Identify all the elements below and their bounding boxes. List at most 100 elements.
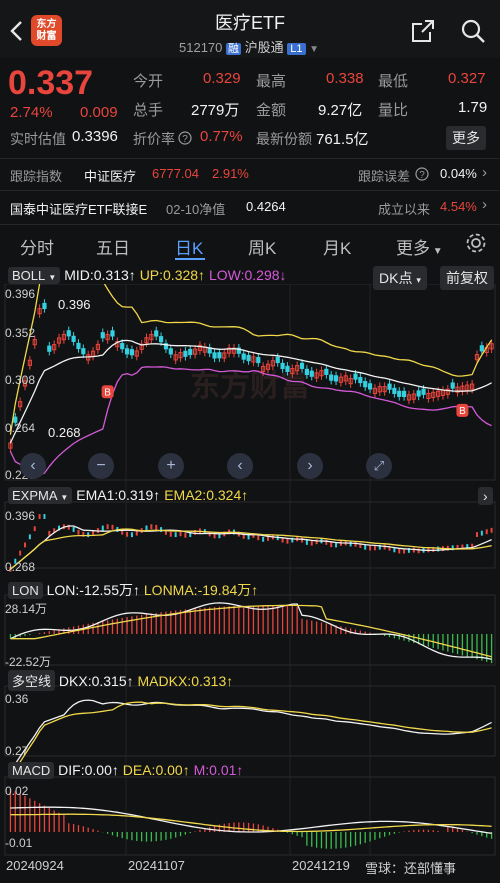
macd-y-top: 0.02 xyxy=(5,784,29,798)
candle-body xyxy=(246,354,251,362)
share-icon[interactable] xyxy=(410,18,436,44)
lon-y-top: 28.14万 xyxy=(5,602,48,616)
candle-body xyxy=(324,368,329,375)
fullscreen-icon[interactable]: ⤢ xyxy=(366,453,392,479)
dkx-header: 多空线 DKX:0.315↑ MADKX:0.313↑ xyxy=(8,670,233,691)
candle-body xyxy=(158,336,164,343)
tab-monthly-k[interactable]: 月K xyxy=(323,234,351,259)
tab-more-label: 更多 xyxy=(396,239,430,258)
macd-y-bottom: -0.01 xyxy=(5,836,33,850)
lonma-line xyxy=(10,604,492,658)
more-button[interactable]: 更多 xyxy=(446,126,486,150)
chevron-right-icon[interactable]: › xyxy=(482,164,487,181)
caret-down-icon: ▼ xyxy=(60,493,69,502)
tab-more[interactable]: 更多 ▼ xyxy=(396,234,443,259)
tab-weekly-k[interactable]: 周K xyxy=(248,234,276,259)
candle-body xyxy=(329,374,334,381)
macd-dea: DEA:0.00↑ xyxy=(122,762,190,778)
scroll-right-icon[interactable]: › xyxy=(297,453,323,479)
madkx-value: MADKX:0.313↑ xyxy=(137,673,234,689)
tracking-index-value: 6777.04 xyxy=(152,166,199,181)
dkx-y-bottom: 0.27 xyxy=(5,744,29,758)
candle-body xyxy=(256,356,261,364)
zoom-in-icon[interactable]: + xyxy=(158,453,184,479)
divider xyxy=(0,190,500,191)
candle-body xyxy=(241,353,246,360)
tab-intraday[interactable]: 分时 xyxy=(20,234,54,259)
period-tabs: 分时 五日 日K 周K 月K 更多 ▼ xyxy=(0,226,500,262)
boll-min-marker: 0.268 xyxy=(48,425,81,440)
discount-value: 0.77% xyxy=(200,128,243,145)
chevron-down-icon[interactable]: ▼ xyxy=(309,44,319,55)
candle-body xyxy=(450,382,455,389)
macd-indicator-button[interactable]: MACD xyxy=(8,762,55,779)
tab-daily-k[interactable]: 日K xyxy=(175,234,203,259)
candle-body xyxy=(280,362,285,370)
gear-icon[interactable] xyxy=(465,232,487,254)
macd-panel-frame xyxy=(4,776,496,856)
expma-y-top: 0.396 xyxy=(5,509,36,523)
candle-body xyxy=(129,349,135,356)
active-tab-indicator xyxy=(175,258,205,260)
candle-body xyxy=(124,348,130,355)
search-icon[interactable] xyxy=(460,18,486,44)
top-bar: 东方 财富 医疗ETF 512170 融 沪股通 L1 ▼ xyxy=(0,0,500,58)
boll-indicator-button[interactable]: BOLL ▼ xyxy=(8,267,61,284)
chevron-right-icon[interactable]: › xyxy=(482,196,487,213)
candle-body xyxy=(416,390,421,397)
boll-mid: MID:0.313↑ xyxy=(64,267,136,283)
scroll-left-icon[interactable]: ‹ xyxy=(227,453,253,479)
candle-body xyxy=(309,370,314,377)
dkx-value: DKX:0.315↑ xyxy=(58,673,134,689)
high-label: 最高 xyxy=(256,73,287,90)
tracking-index-label: 跟踪指数 xyxy=(10,169,63,184)
candle-body xyxy=(387,383,392,390)
candle-body xyxy=(304,368,309,375)
boll-up: UP:0.328↑ xyxy=(139,267,206,283)
volume-label: 总手 xyxy=(133,102,164,119)
linked-fund-name[interactable]: 国泰中证医疗ETF联接E xyxy=(10,199,147,218)
candle-body xyxy=(212,352,217,359)
boll-y-tick-1: 0.352 xyxy=(5,326,36,340)
divider xyxy=(0,224,500,225)
dkx-indicator-button[interactable]: 多空线 xyxy=(8,670,56,691)
tracking-error-label: 跟踪误差 xyxy=(358,169,411,184)
candle-body xyxy=(367,383,373,390)
candle-body xyxy=(120,343,125,350)
candle-body xyxy=(154,330,159,337)
dkx-line xyxy=(9,699,492,772)
candle-body xyxy=(333,375,339,382)
since-inception-value: 4.54% xyxy=(440,199,477,214)
caret-down-icon: ▼ xyxy=(430,246,443,257)
candle-body xyxy=(299,362,305,369)
expma-indicator-button[interactable]: EXPMA ▼ xyxy=(8,487,73,504)
since-inception-label: 成立以来 xyxy=(378,202,431,217)
dkx-y-top: 0.36 xyxy=(5,692,29,706)
zoom-out-icon[interactable]: − xyxy=(88,453,114,479)
boll-y-tick-2: 0.308 xyxy=(5,373,36,387)
expma-name: EXPMA xyxy=(12,488,57,503)
tracking-index-percent: 2.91% xyxy=(212,166,249,181)
divider xyxy=(0,158,500,159)
candle-body xyxy=(183,350,188,357)
low-value: 0.327 xyxy=(448,70,486,87)
lon-indicator-button[interactable]: LON xyxy=(8,582,43,599)
security-code: 512170 xyxy=(179,40,223,55)
candle-body xyxy=(76,342,81,350)
tab-five-day[interactable]: 五日 xyxy=(96,234,130,259)
candle-body xyxy=(81,348,86,355)
zoom-out-left-icon[interactable]: ‹ xyxy=(20,453,46,479)
macd-dif: DIF:0.00↑ xyxy=(58,762,119,778)
boll-max-marker: 0.396 xyxy=(58,297,91,312)
low-label: 最低 xyxy=(378,73,409,90)
candle-body xyxy=(421,388,426,395)
lon-y-bottom: -22.52万 xyxy=(5,655,52,669)
expand-panel-icon[interactable]: › xyxy=(478,487,493,505)
candle-body xyxy=(168,348,173,355)
info-icon[interactable]: ? xyxy=(178,131,192,145)
tracking-error-value: 0.04% xyxy=(440,166,477,181)
boll-low: LOW:0.298↓ xyxy=(208,267,287,283)
level-badge: L1 xyxy=(287,43,306,55)
info-icon[interactable]: ? xyxy=(415,167,429,181)
tracking-index-name[interactable]: 中证医疗 xyxy=(84,166,136,185)
